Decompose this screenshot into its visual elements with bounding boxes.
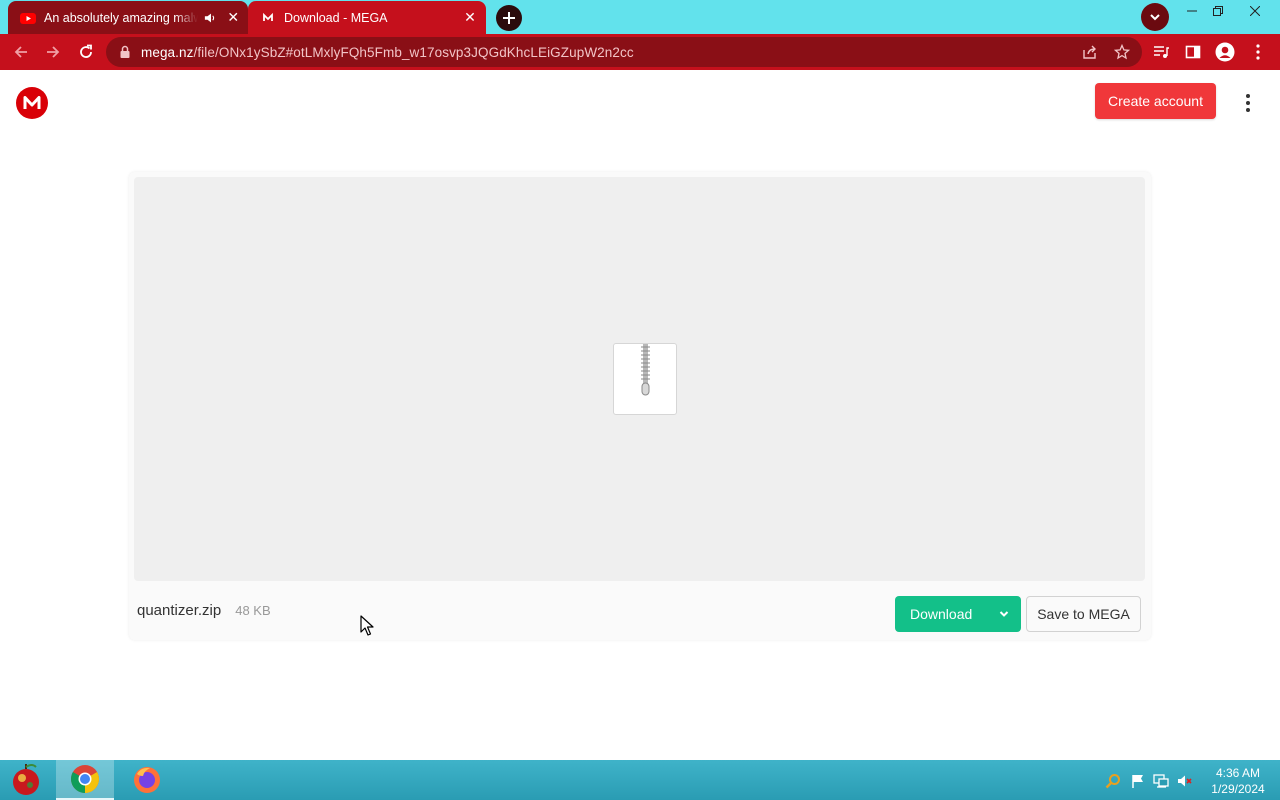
star-icon [1114, 44, 1130, 60]
tray-search[interactable] [1104, 772, 1122, 790]
reload-button[interactable] [74, 40, 98, 64]
download-label: Download [910, 606, 973, 622]
tab-title: An absolutely amazing malware [44, 10, 199, 25]
media-control-button[interactable] [1149, 40, 1173, 64]
chevron-down-icon [999, 611, 1009, 617]
url-text: mega.nz/file/ONx1ySbZ#otLMxlyFQh5Fmb_w17… [141, 45, 634, 60]
more-vertical-icon [1256, 44, 1260, 60]
taskbar-firefox[interactable] [120, 760, 174, 800]
url-path: /file/ONx1ySbZ#otLMxlyFQh5Fmb_w17osvp3JQ… [193, 44, 634, 60]
url-host: mega.nz [141, 44, 194, 60]
file-size: 48 KB [235, 603, 271, 618]
file-name: quantizer.zip [137, 602, 222, 619]
restore-icon [1213, 6, 1223, 16]
close-window-button[interactable] [1240, 0, 1270, 22]
plus-icon [503, 12, 515, 24]
new-tab-button[interactable] [496, 5, 522, 31]
close-tab-icon[interactable]: ✕ [225, 8, 242, 28]
mega-logo-icon [23, 96, 41, 109]
close-tab-icon[interactable]: ✕ [460, 8, 480, 28]
reload-icon [80, 44, 92, 58]
lock-icon[interactable] [118, 45, 132, 59]
avatar-icon [1215, 42, 1235, 62]
start-orb-icon[interactable] [8, 763, 44, 797]
browser-toolbar: mega.nz/file/ONx1ySbZ#otLMxlyFQh5Fmb_w17… [0, 34, 1280, 70]
menu-dot [1246, 108, 1250, 112]
forward-button[interactable] [41, 40, 65, 64]
arrow-right-icon [47, 46, 60, 58]
youtube-icon [20, 12, 36, 24]
menu-dot [1246, 101, 1250, 105]
close-icon [1250, 6, 1260, 16]
menu-dot [1246, 94, 1250, 98]
taskbar-clock[interactable]: 4:36 AM 1/29/2024 [1202, 765, 1274, 797]
tray-action-center[interactable] [1129, 772, 1147, 790]
speaker-icon[interactable] [204, 11, 216, 25]
browser-menu-button[interactable] [1246, 40, 1270, 64]
share-button[interactable] [1079, 41, 1101, 63]
file-card: quantizer.zip 48 KB Download Save to MEG… [129, 172, 1151, 640]
page-menu-button[interactable] [1238, 90, 1258, 116]
mega-download-page: Create account quantizer.zip 48 KB Downl… [0, 70, 1280, 760]
download-button[interactable]: Download [895, 596, 1021, 632]
file-info: quantizer.zip 48 KB [137, 602, 271, 619]
chrome-icon [71, 765, 99, 793]
side-panel-icon [1185, 45, 1201, 59]
zip-file-icon [613, 343, 677, 415]
arrow-left-icon [14, 46, 27, 58]
flag-icon [1132, 775, 1143, 788]
save-to-mega-button[interactable]: Save to MEGA [1026, 596, 1141, 632]
clock-date: 1/29/2024 [1211, 782, 1265, 796]
chevron-down-icon [1150, 14, 1160, 21]
tray-network[interactable] [1152, 772, 1170, 790]
firefox-icon [134, 767, 160, 793]
address-bar[interactable]: mega.nz/file/ONx1ySbZ#otLMxlyFQh5Fmb_w17… [106, 37, 1142, 67]
taskbar: 4:36 AM 1/29/2024 [0, 760, 1280, 800]
mega-icon [260, 10, 276, 25]
playlist-icon [1154, 46, 1169, 58]
browser-tab-strip: An absolutely amazing malware ✕ Download… [0, 0, 1280, 34]
create-account-button[interactable]: Create account [1095, 83, 1216, 119]
tab-search-button[interactable] [1141, 3, 1169, 31]
mega-logo[interactable] [16, 87, 48, 119]
tab-youtube[interactable]: An absolutely amazing malware ✕ [8, 1, 248, 34]
side-panel-button[interactable] [1181, 40, 1205, 64]
bookmark-button[interactable] [1111, 41, 1133, 63]
profile-button[interactable] [1213, 40, 1237, 64]
share-icon [1083, 45, 1096, 59]
tray-volume[interactable] [1176, 772, 1194, 790]
clock-time: 4:36 AM [1215, 766, 1261, 780]
minimize-icon [1187, 10, 1197, 12]
tab-mega[interactable]: Download - MEGA ✕ [248, 1, 486, 34]
zipper-icon [641, 344, 650, 396]
restore-button[interactable] [1203, 0, 1233, 22]
taskbar-chrome[interactable] [56, 760, 114, 800]
volume-muted-icon [1178, 775, 1192, 787]
file-preview [134, 177, 1145, 581]
search-icon [1105, 774, 1120, 789]
download-options-dropdown[interactable] [987, 596, 1021, 632]
back-button[interactable] [9, 40, 33, 64]
network-icon [1153, 774, 1169, 788]
tab-title: Download - MEGA [284, 10, 388, 25]
